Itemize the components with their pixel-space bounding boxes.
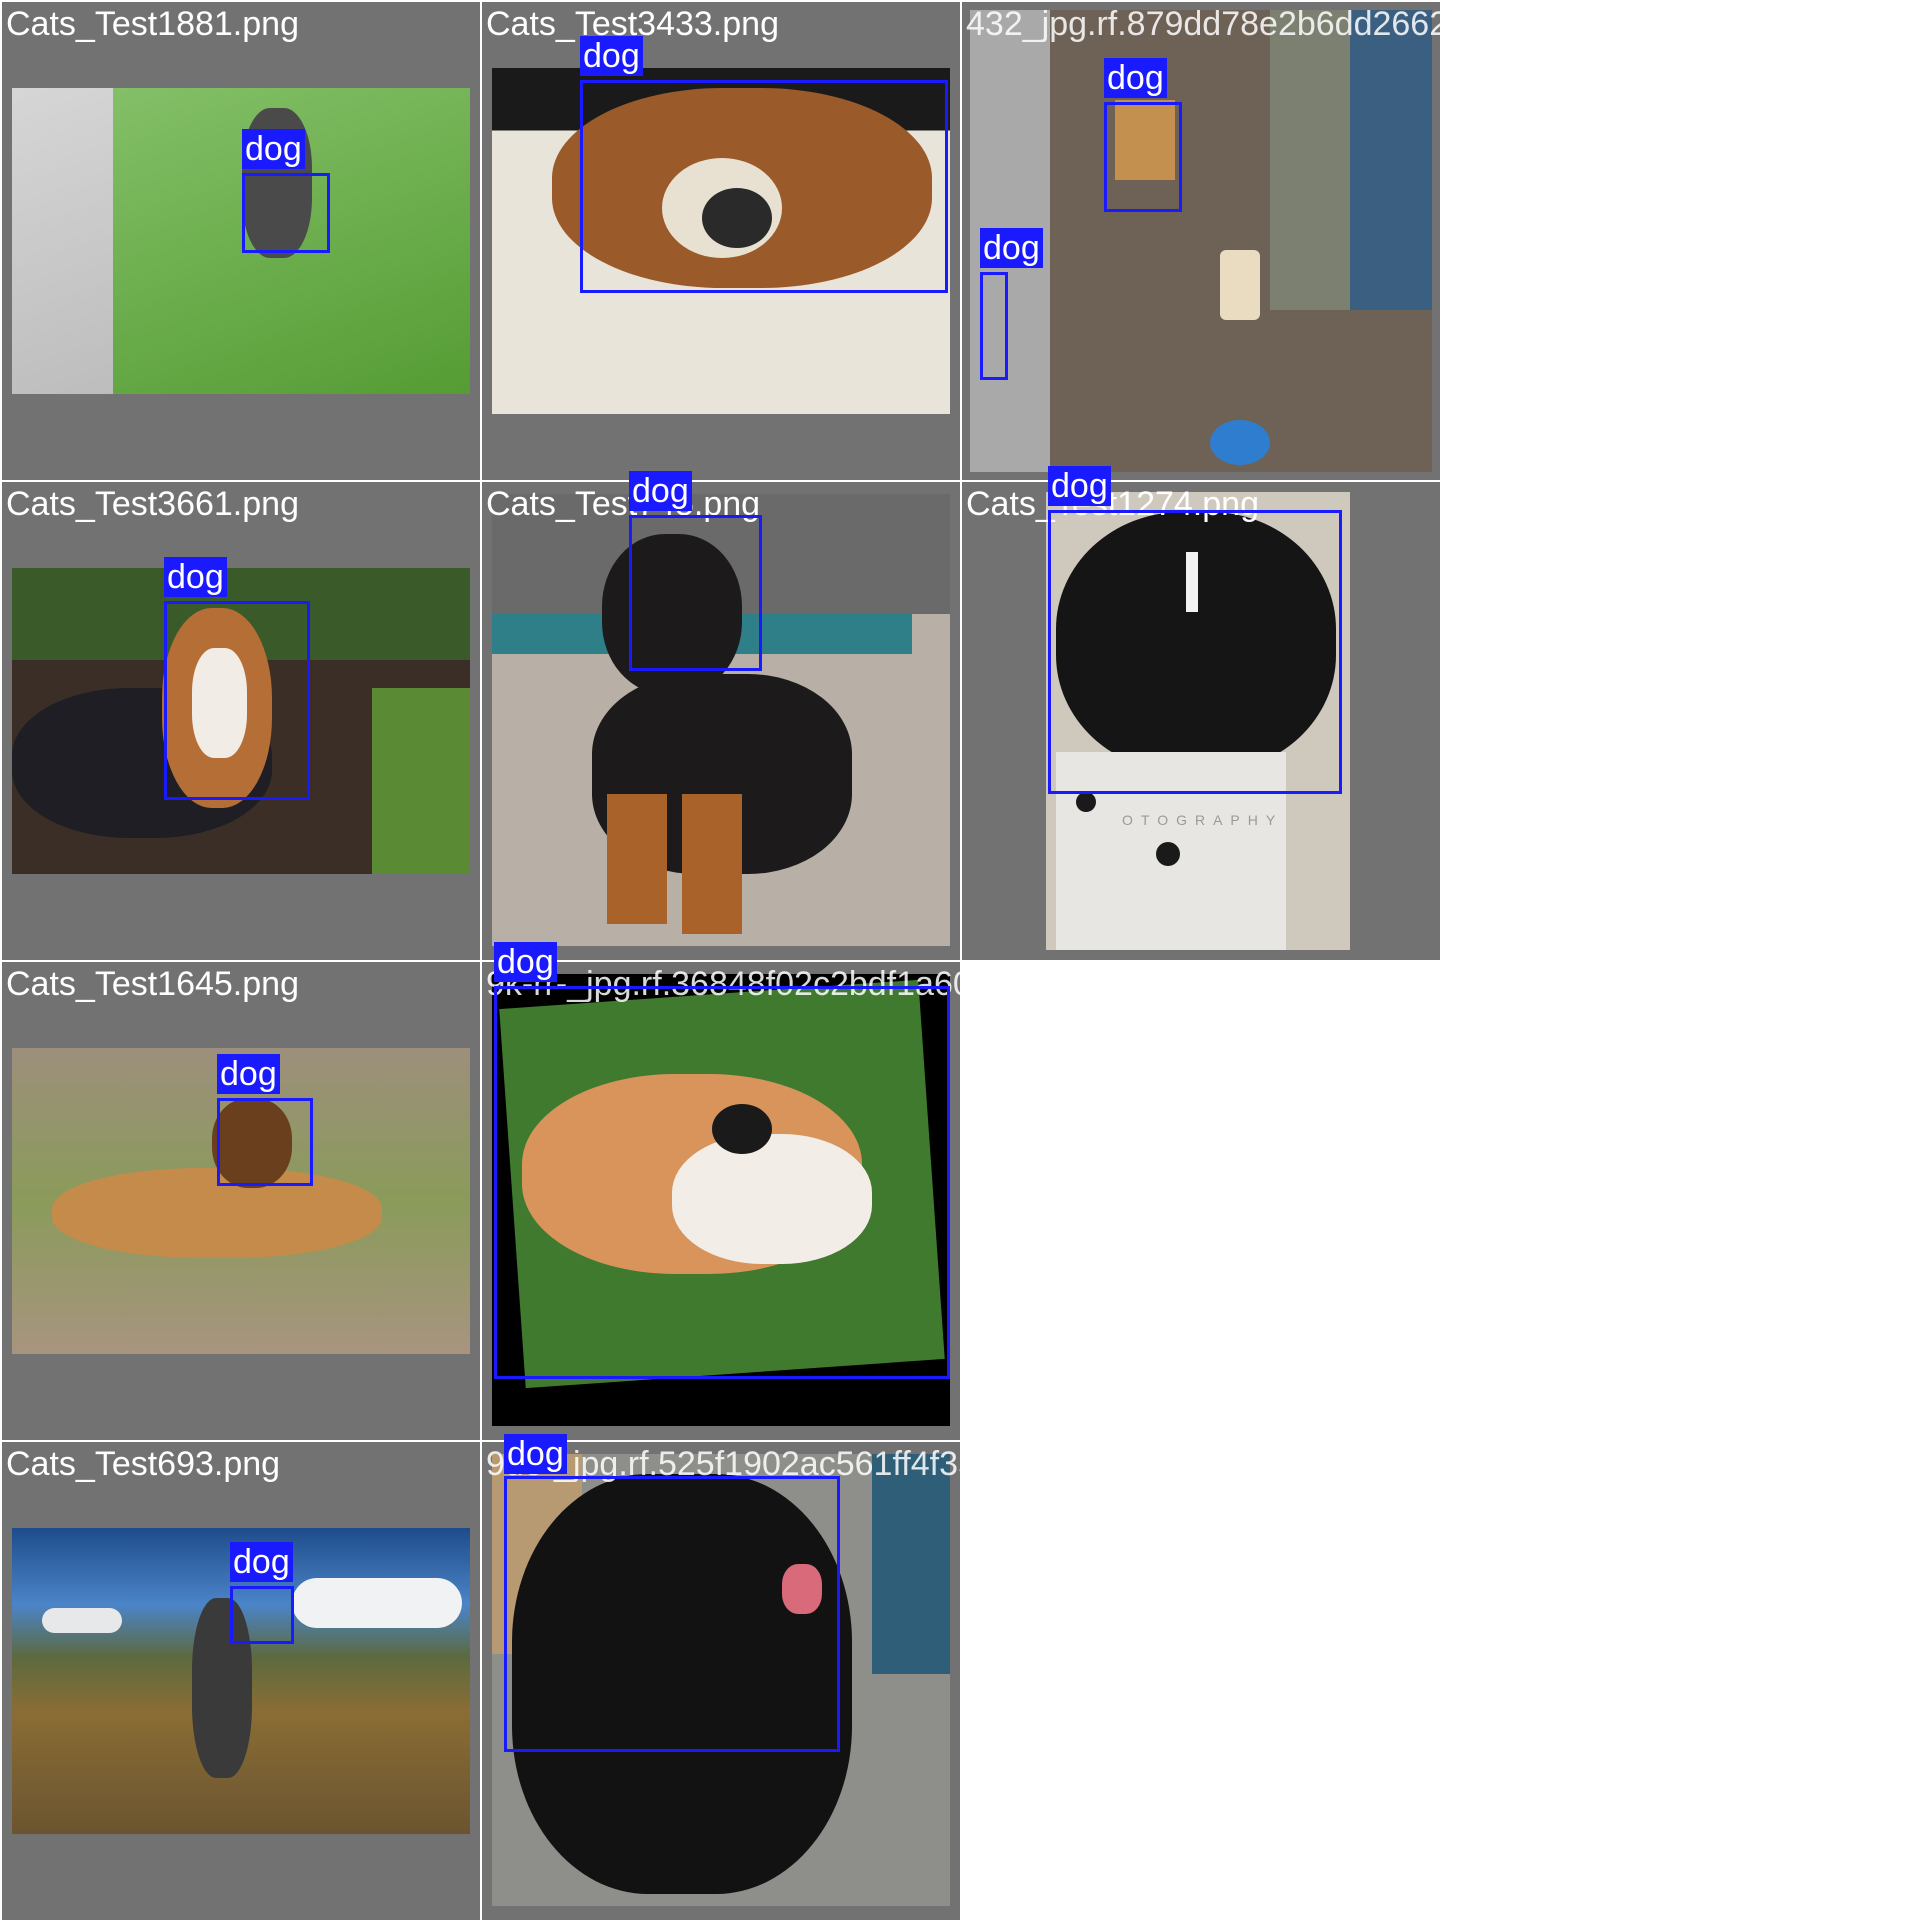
detection-label: dog — [504, 1434, 567, 1474]
tile-2: Cats_Test3433.png dog — [482, 2, 960, 480]
tile-3: 432_jpg.rf.879dd78e2b6dd2662f83637058f13… — [962, 2, 1656, 480]
detection-label: dog — [230, 1542, 293, 1582]
tile-5: Cats_Test745.png dog — [482, 471, 960, 960]
detection-box — [980, 272, 1008, 380]
tile-1: Cats_Test1881.png dog — [2, 2, 480, 480]
detection-box — [1104, 102, 1182, 212]
detection-label: dog — [980, 228, 1043, 268]
detection-label: dog — [1048, 466, 1111, 506]
detection-label: dog — [494, 942, 557, 982]
detection-box — [629, 515, 762, 671]
tile-6: Cats_Test1274.png OTOGRAPHY dog — [962, 466, 1440, 960]
tile-7: Cats_Test1645.png dog — [2, 962, 480, 1440]
tile-filename: Cats_Test3661.png — [6, 485, 299, 523]
detection-box — [504, 1476, 840, 1752]
detection-box — [230, 1586, 294, 1644]
detection-box — [1048, 510, 1342, 794]
tile-filename: 432_jpg.rf.879dd78e2b6dd2662f83637058f13 — [966, 5, 1657, 43]
watermark-text: OTOGRAPHY — [1122, 812, 1284, 828]
detection-box — [580, 80, 948, 293]
detection-label: dog — [580, 36, 643, 76]
tile-filename: Cats_Test693.png — [6, 1445, 281, 1483]
tile-9: Cats_Test693.png dog — [2, 1442, 480, 1920]
tile-4: Cats_Test3661.png dog — [2, 482, 480, 960]
detection-label: dog — [217, 1054, 280, 1094]
detection-box — [164, 601, 310, 800]
detection-box — [217, 1098, 313, 1186]
tile-8: 9k-rr-_jpg.rf.36848f02c2bdf1a609fb7c578d… — [482, 942, 1131, 1440]
detection-box — [242, 173, 330, 253]
detection-label: dog — [164, 557, 227, 597]
tile-filename: Cats_Test1645.png — [6, 965, 299, 1003]
detection-box — [494, 986, 950, 1379]
tile-image — [12, 88, 470, 394]
detection-label: dog — [242, 129, 305, 169]
detection-label: dog — [629, 471, 692, 511]
detection-label: dog — [1104, 58, 1167, 98]
tile-filename: Cats_Test1881.png — [6, 5, 299, 43]
tile-10: 9d3-_jpg.rf.525f1902ac561ff4f35e71be31 d… — [482, 1434, 1109, 1920]
